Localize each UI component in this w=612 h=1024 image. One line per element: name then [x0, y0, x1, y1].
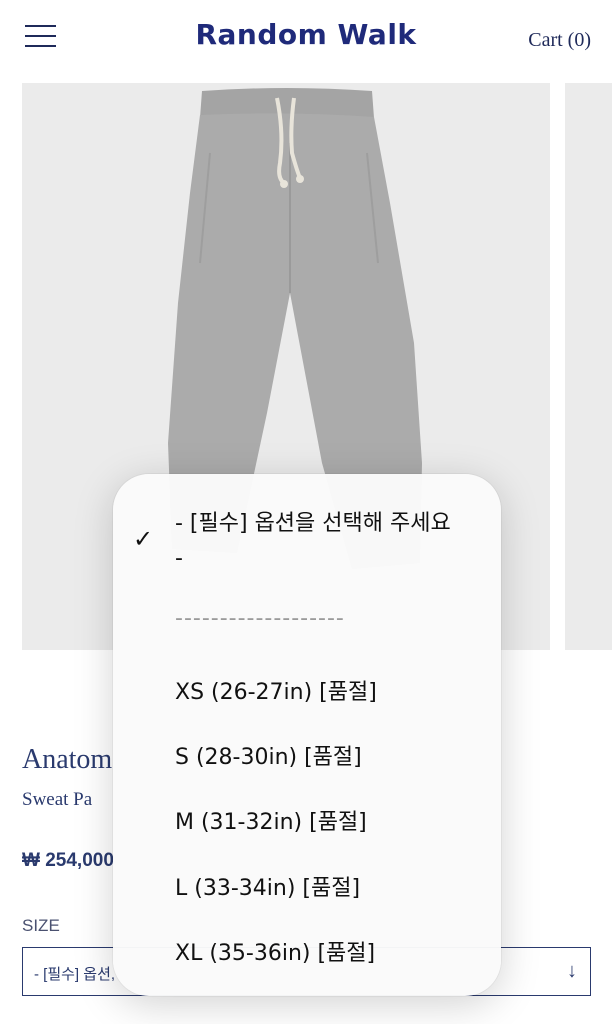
next-product-image[interactable]	[565, 83, 612, 650]
option-placeholder[interactable]: - [필수] 옵션을 선택해 주세요 -	[175, 506, 465, 576]
site-header: Random Walk Cart (0)	[0, 0, 612, 80]
option-m[interactable]: M (31-32in) [품절]	[175, 804, 367, 836]
checkmark-icon: ✓	[133, 526, 154, 553]
brand-logo: Random Walk	[0, 18, 612, 51]
size-select-value: - [필수] 옵션,	[34, 966, 116, 983]
product-subtitle: Sweat Pa	[22, 789, 93, 810]
option-xl[interactable]: XL (35-36in) [품절]	[175, 935, 375, 967]
size-option-picker[interactable]: ✓ - [필수] 옵션을 선택해 주세요 - -----------------…	[113, 474, 501, 996]
product-title: Anatom	[22, 744, 113, 775]
arrow-down-icon: ↓	[567, 960, 577, 982]
option-xs[interactable]: XS (26-27in) [품절]	[175, 674, 377, 706]
hamburger-icon[interactable]	[25, 25, 56, 47]
option-separator[interactable]: -------------------	[175, 606, 345, 631]
brand-logo-text[interactable]: Random Walk	[195, 18, 416, 51]
size-label: SIZE	[22, 916, 60, 935]
product-price: ₩ 254,000	[22, 850, 114, 871]
cart-link[interactable]: Cart (0)	[528, 29, 591, 52]
option-s[interactable]: S (28-30in) [품절]	[175, 739, 362, 771]
option-l[interactable]: L (33-34in) [품절]	[175, 870, 360, 902]
